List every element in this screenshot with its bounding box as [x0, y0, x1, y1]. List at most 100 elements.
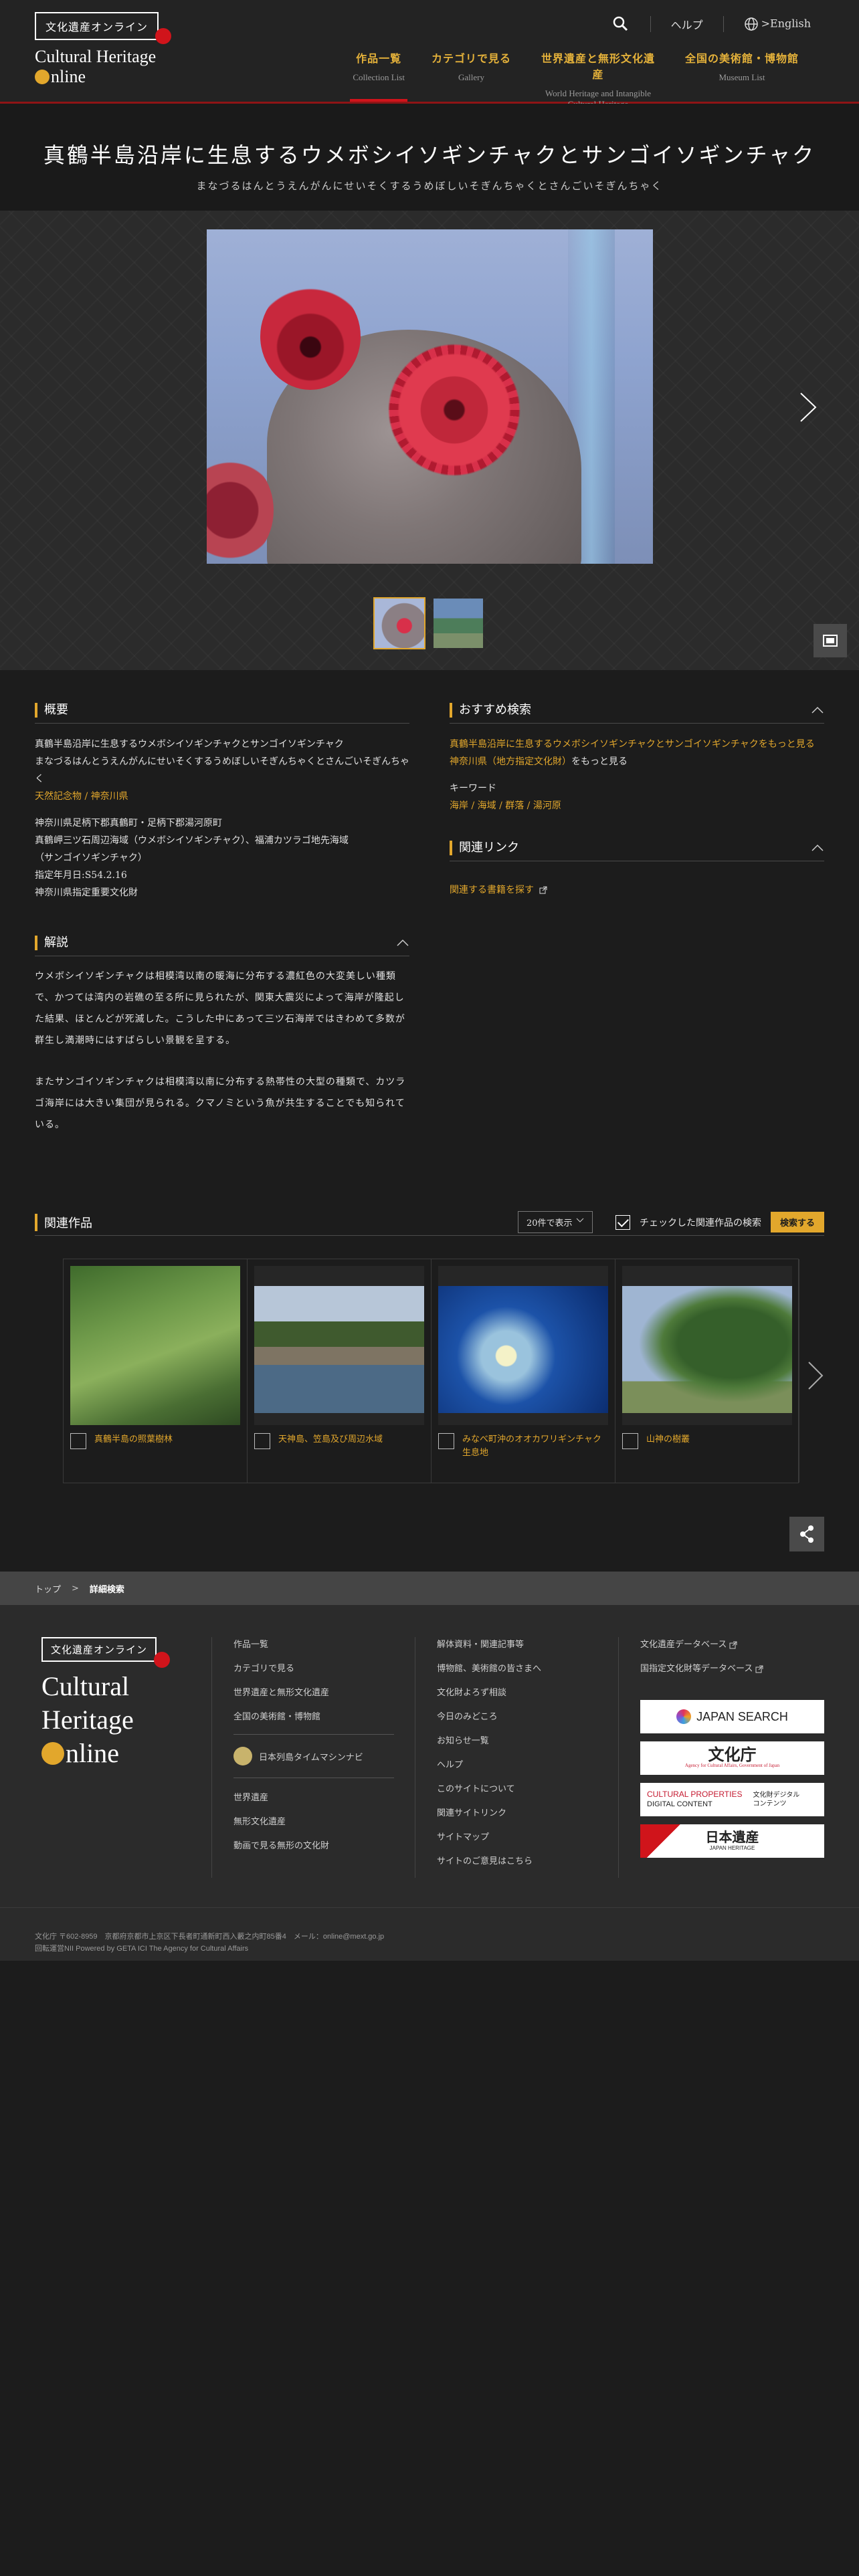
footer-link[interactable]: カテゴリで見る — [233, 1661, 399, 1674]
footer-logo[interactable]: 文化遺産オンライン Cultural Heritage nline — [41, 1637, 170, 1770]
footer-bottom: 文化庁 〒602-8959 京都府京都市上京区下長者町通新町西入藪之内町85番4… — [0, 1907, 859, 1961]
bunkacho-label: 文化庁 — [708, 1746, 757, 1764]
footer-link[interactable]: このサイトについて — [437, 1782, 615, 1794]
main-photo[interactable] — [207, 229, 653, 564]
nav-collection-list[interactable]: 作品一覧 Collection List — [339, 49, 418, 102]
thumbnail[interactable] — [373, 597, 425, 649]
footer-link[interactable]: 解体資料・関連記事等 — [437, 1637, 615, 1650]
nav-label-ja: 作品一覧 — [356, 52, 402, 65]
footer-link[interactable]: 作品一覧 — [233, 1637, 399, 1650]
footer-link[interactable]: 博物館、美術館の皆さまへ — [437, 1661, 615, 1674]
english-link[interactable]: >English — [744, 17, 811, 31]
japan-heritage-en: JAPAN HERITAGE — [709, 1845, 755, 1851]
footer-link[interactable]: ヘルプ — [437, 1757, 615, 1770]
search-button[interactable]: 検索する — [770, 1212, 824, 1232]
chevron-up-icon[interactable] — [396, 936, 409, 950]
logo-en-line2: nline — [51, 67, 86, 86]
footer-ext-link[interactable]: 国指定文化財等データベース — [640, 1661, 832, 1674]
checked-search-checkbox[interactable] — [615, 1214, 630, 1230]
cp-line2: DIGITAL CONTENT — [647, 1800, 712, 1808]
footer-link[interactable]: 今日のみどころ — [437, 1709, 615, 1722]
footer-ext-link[interactable]: 文化遺産データベース — [640, 1637, 832, 1650]
recommend-heading[interactable]: おすすめ検索 — [450, 701, 824, 724]
site-logo[interactable]: 文化遺産オンライン Cultural Heritage nline — [35, 12, 171, 87]
footer-ext-link-label: 国指定文化財等データベース — [640, 1664, 753, 1674]
links-heading[interactable]: 関連リンク — [450, 839, 824, 861]
footer-link[interactable]: 世界遺産 — [233, 1790, 399, 1803]
related-card[interactable]: 山神の樹叢 — [615, 1259, 799, 1483]
utility-nav: ヘルプ >English — [611, 15, 811, 33]
nav-museum-list[interactable]: 全国の美術館・博物館 Museum List — [672, 49, 812, 102]
japan-heritage-banner[interactable]: 日本遺産 JAPAN HERITAGE — [640, 1824, 824, 1858]
footer-link[interactable]: 全国の美術館・博物館 — [233, 1709, 399, 1722]
share-button[interactable] — [789, 1517, 824, 1551]
breadcrumb-current: 詳細検索 — [89, 1584, 124, 1595]
share-icon — [800, 1525, 814, 1543]
description-heading[interactable]: 解説 — [35, 934, 409, 956]
chevron-right-icon[interactable] — [799, 391, 818, 423]
cultural-properties-banner[interactable]: CULTURAL PROPERTIES DIGITAL CONTENT 文化財デ… — [640, 1783, 824, 1816]
recommend-link-pref[interactable]: 神奈川県（地方指定文化財） — [450, 756, 571, 767]
keyword-label: キーワード — [450, 783, 496, 794]
footer-link[interactable]: サイトマップ — [437, 1830, 615, 1842]
logo-ja: 文化遺産オンライン — [35, 12, 159, 40]
nav-label-ja: 全国の美術館・博物館 — [684, 52, 799, 65]
chevron-up-icon[interactable] — [811, 841, 824, 855]
photo-anemone — [260, 283, 361, 390]
related-card-checkbox[interactable] — [622, 1433, 638, 1449]
site-header: 文化遺産オンライン Cultural Heritage nline ヘルプ >E… — [0, 0, 859, 109]
nav-gallery[interactable]: カテゴリで見る Gallery — [418, 49, 524, 102]
related-card-checkbox[interactable] — [70, 1433, 86, 1449]
related-card-title: みなべ町沖のオオカワリギンチャク生息地 — [438, 1433, 608, 1460]
section-label: 関連作品 — [35, 1213, 92, 1231]
section-label: 概要 — [35, 702, 68, 718]
footer-link[interactable]: 動画で見る無形の文化財 — [233, 1838, 399, 1851]
help-link[interactable]: ヘルプ — [671, 16, 703, 32]
japan-search-label: JAPAN SEARCH — [696, 1709, 788, 1723]
footer-address: 文化庁 〒602-8959 京都府京都市上京区下長者町通新町西入藪之内町85番4… — [35, 1933, 385, 1941]
breadcrumb: トップ > 詳細検索 — [0, 1572, 859, 1605]
chevron-right-icon[interactable] — [807, 1360, 824, 1391]
fullscreen-button[interactable] — [814, 624, 847, 657]
description-paragraph: またサンゴイソギンチャクは相模湾以南に分布する熱帯性の大型の種類で、カツラゴ海岸… — [35, 1077, 406, 1130]
japan-search-banner[interactable]: JAPAN SEARCH — [640, 1700, 824, 1733]
find-books-link[interactable]: 関連する書籍を探す — [450, 885, 534, 895]
logo-red-dot — [155, 28, 171, 44]
search-icon[interactable] — [611, 15, 630, 33]
footer-logo-line: nline — [66, 1738, 119, 1768]
related-card[interactable]: 真鶴半島の照葉樹林 — [64, 1259, 248, 1483]
related-card-title-text[interactable]: 山神の樹叢 — [646, 1433, 690, 1446]
related-card-checkbox[interactable] — [438, 1433, 454, 1449]
related-card-title-text[interactable]: 天神島、笠島及び周辺水域 — [278, 1433, 383, 1446]
related-card-checkbox[interactable] — [254, 1433, 270, 1449]
related-card-title: 天神島、笠島及び周辺水域 — [254, 1433, 424, 1449]
related-card-title: 山神の樹叢 — [622, 1433, 792, 1449]
related-card[interactable]: 天神島、笠島及び周辺水域 — [248, 1259, 432, 1483]
detail-left-column: 概要 真鶴半島沿岸に生息するウメボシイソギンチャクとサンゴイソギンチャク まなづ… — [35, 701, 409, 1136]
timemachine-link[interactable]: 日本列島タイムマシンナビ — [233, 1747, 399, 1765]
related-card[interactable]: みなべ町沖のオオカワリギンチャク生息地 — [432, 1259, 615, 1483]
cp-line1: CULTURAL PROPERTIES — [647, 1790, 743, 1799]
related-card-title-text[interactable]: みなべ町沖のオオカワリギンチャク生息地 — [462, 1433, 608, 1460]
checked-search-label: チェックした関連作品の検索 — [639, 1217, 761, 1228]
bunkacho-banner[interactable]: 文化庁 Agency for Cultural Affairs, Governm… — [640, 1741, 824, 1775]
keyword-links[interactable]: 海岸 / 海域 / 群落 / 湯河原 — [450, 797, 824, 815]
footer-link[interactable]: 関連サイトリンク — [437, 1806, 615, 1818]
footer-link[interactable]: サイトのご意見はこちら — [437, 1854, 615, 1866]
util-separator — [650, 16, 651, 32]
footer-link[interactable]: 無形文化遺産 — [233, 1814, 399, 1827]
timemachine-icon — [233, 1747, 252, 1765]
recommend-link-more[interactable]: 真鶴半島沿岸に生息するウメボシイソギンチャクとサンゴイソギンチャクをもっと見る — [450, 736, 824, 753]
related-card-title-text[interactable]: 真鶴半島の照葉樹林 — [94, 1433, 173, 1446]
footer-link[interactable]: 世界遺産と無形文化遺産 — [233, 1685, 399, 1698]
thumbnail[interactable] — [432, 597, 484, 649]
chevron-up-icon[interactable] — [811, 704, 824, 717]
footer-link[interactable]: 文化財よろず相談 — [437, 1685, 615, 1698]
page-title-kana: まなづるはんとうえんがんにせいそくするうめぼしいそぎんちゃくとさんごいそぎんちゃ… — [196, 180, 663, 192]
per-page-select[interactable]: 20件で表示 — [517, 1211, 593, 1233]
nav-world-heritage[interactable]: 世界遺産と無形文化遺産 World Heritage and Intangibl… — [524, 49, 672, 109]
overview-category-link[interactable]: 天然記念物 / 神奈川県 — [35, 788, 409, 805]
related-works: 関連作品 20件で表示 チェックした関連作品の検索 検索する 真鶴半島の照葉樹林 — [35, 1209, 824, 1483]
footer-link[interactable]: お知らせ一覧 — [437, 1733, 615, 1746]
breadcrumb-home[interactable]: トップ — [35, 1582, 61, 1595]
